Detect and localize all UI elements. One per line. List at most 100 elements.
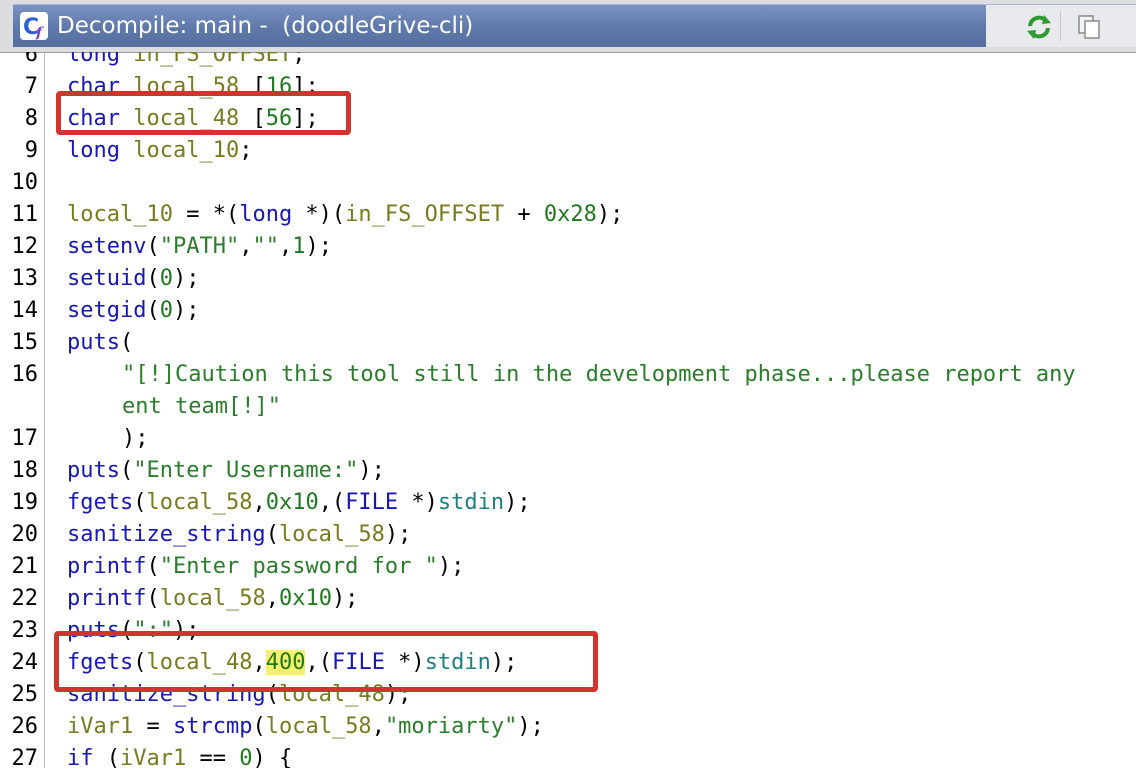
code-token: local_58 [159, 586, 266, 611]
code-token: FILE [345, 490, 399, 515]
code-line[interactable]: 12 setenv("PATH","",1); [0, 231, 1136, 263]
code-token: if [67, 746, 94, 768]
code-text[interactable]: local_10 = *(long *)(in_FS_OFFSET + 0x28… [67, 199, 623, 231]
code-text[interactable]: long in_FS_OFFSET; [67, 52, 305, 71]
code-text[interactable]: setenv("PATH","",1); [67, 231, 332, 263]
code-token: 0 [159, 298, 173, 323]
line-number: 8 [24, 106, 38, 131]
code-text[interactable]: if (iVar1 == 0) { [67, 743, 292, 768]
code-line[interactable]: 19 fgets(local_58,0x10,(FILE *)stdin); [0, 487, 1136, 519]
code-token: local_10 [133, 138, 240, 163]
code-token: ); [172, 266, 200, 291]
code-token: local_10 [67, 202, 173, 227]
line-number: 19 [11, 490, 39, 515]
code-token: ); [122, 426, 149, 451]
code-token: "PATH" [159, 234, 240, 259]
line-number: 20 [11, 522, 39, 547]
line-number: 23 [11, 618, 39, 643]
code-token: ( [265, 522, 279, 547]
code-token: ); [305, 234, 332, 259]
refresh-icon[interactable] [1024, 12, 1054, 42]
code-token: 0x28 [543, 202, 597, 227]
code-text[interactable]: setuid(0); [67, 263, 199, 295]
code-token: "moriarty" [384, 714, 518, 739]
code-token: "Enter Username:" [133, 458, 359, 483]
code-token: ( [252, 714, 266, 739]
code-text[interactable]: puts("Enter Username:"); [67, 455, 385, 487]
code-token: ); [517, 714, 544, 739]
code-text[interactable]: puts( [67, 327, 133, 359]
code-token: , [252, 490, 266, 515]
code-text[interactable]: fgets(local_58,0x10,(FILE *)stdin); [67, 487, 531, 519]
code-line[interactable]: 22 printf(local_58,0x10); [0, 583, 1136, 615]
line-number: 26 [11, 714, 39, 739]
line-number: 21 [11, 554, 39, 579]
code-text[interactable]: sanitize_string(local_58); [67, 519, 411, 551]
code-token: , [265, 586, 279, 611]
code-token: ; [292, 52, 306, 67]
code-token: setgid [67, 298, 147, 323]
decompiler-code-view[interactable]: 6 long in_FS_OFFSET; 7 char local_58 [16]; 8… [0, 52, 1136, 768]
code-text[interactable]: long local_10; [67, 135, 252, 167]
code-token: ); [331, 586, 359, 611]
code-token: setenv [67, 234, 147, 259]
code-token: = *( [172, 202, 240, 227]
line-number: 11 [11, 202, 39, 227]
decompiler-c-icon: C f [20, 12, 48, 40]
line-number: 13 [11, 266, 39, 291]
line-number: 7 [24, 74, 38, 99]
code-text[interactable]: printf(local_58,0x10); [67, 583, 358, 615]
copy-icon[interactable] [1074, 12, 1104, 42]
code-text[interactable]: "[!]Caution this tool still in the devel… [122, 359, 1076, 391]
line-number: 15 [11, 330, 39, 355]
code-line[interactable]: 13 setuid(0); [0, 263, 1136, 295]
code-line[interactable]: 27 if (iVar1 == 0) { [0, 743, 1136, 768]
code-token: + [504, 202, 544, 227]
code-token: = [133, 714, 173, 739]
code-line[interactable]: ent team[!]" [0, 391, 1136, 423]
line-number: 9 [24, 138, 38, 163]
code-token: *)( [292, 202, 346, 227]
code-token: 0x10 [278, 586, 332, 611]
code-token: local_58 [278, 522, 385, 547]
code-token: long [239, 202, 293, 227]
code-line[interactable]: 14 setgid(0); [0, 295, 1136, 327]
code-token: local_58 [265, 714, 372, 739]
toolbar-separator [1060, 11, 1061, 41]
code-token: "" [252, 234, 279, 259]
code-text[interactable]: setgid(0); [67, 295, 199, 327]
code-line[interactable]: 21 printf("Enter password for "); [0, 551, 1136, 583]
code-text[interactable]: ent team[!]" [122, 391, 281, 423]
code-token: 0 [159, 266, 173, 291]
code-token: long [67, 52, 134, 67]
code-token: long [67, 138, 134, 163]
code-token: ( [133, 490, 147, 515]
code-token: ( [146, 234, 160, 259]
code-text[interactable]: ); [122, 423, 149, 455]
code-token: ,( [318, 490, 346, 515]
code-line[interactable]: 20 sanitize_string(local_58); [0, 519, 1136, 551]
code-token: ); [172, 298, 200, 323]
code-line[interactable]: 9 long local_10; [0, 135, 1136, 167]
code-token: setuid [67, 266, 147, 291]
code-line[interactable]: 15 puts( [0, 327, 1136, 359]
code-line[interactable]: 11 local_10 = *(long *)(in_FS_OFFSET + 0x… [0, 199, 1136, 231]
highlight-box-fgets-400 [54, 631, 598, 692]
code-line[interactable]: 10 [0, 167, 1136, 199]
code-token: 1 [292, 234, 306, 259]
code-line[interactable]: 18 puts("Enter Username:"); [0, 455, 1136, 487]
code-token: local_58 [146, 490, 253, 515]
code-text[interactable]: iVar1 = strcmp(local_58,"moriarty"); [67, 711, 544, 743]
code-token: puts [67, 458, 120, 483]
code-token: ); [437, 554, 465, 579]
code-line[interactable]: 17); [0, 423, 1136, 455]
code-line[interactable]: 16 "[!]Caution this tool still in the dev… [0, 359, 1136, 391]
code-token: ( [146, 554, 160, 579]
line-number: 10 [11, 170, 39, 195]
code-token: ); [384, 522, 412, 547]
code-token: *) [398, 490, 438, 515]
code-token: fgets [67, 490, 134, 515]
code-text[interactable]: printf("Enter password for "); [67, 551, 464, 583]
code-line[interactable]: 6 long in_FS_OFFSET; [0, 52, 1136, 71]
code-line[interactable]: 26 iVar1 = strcmp(local_58,"moriarty"); [0, 711, 1136, 743]
